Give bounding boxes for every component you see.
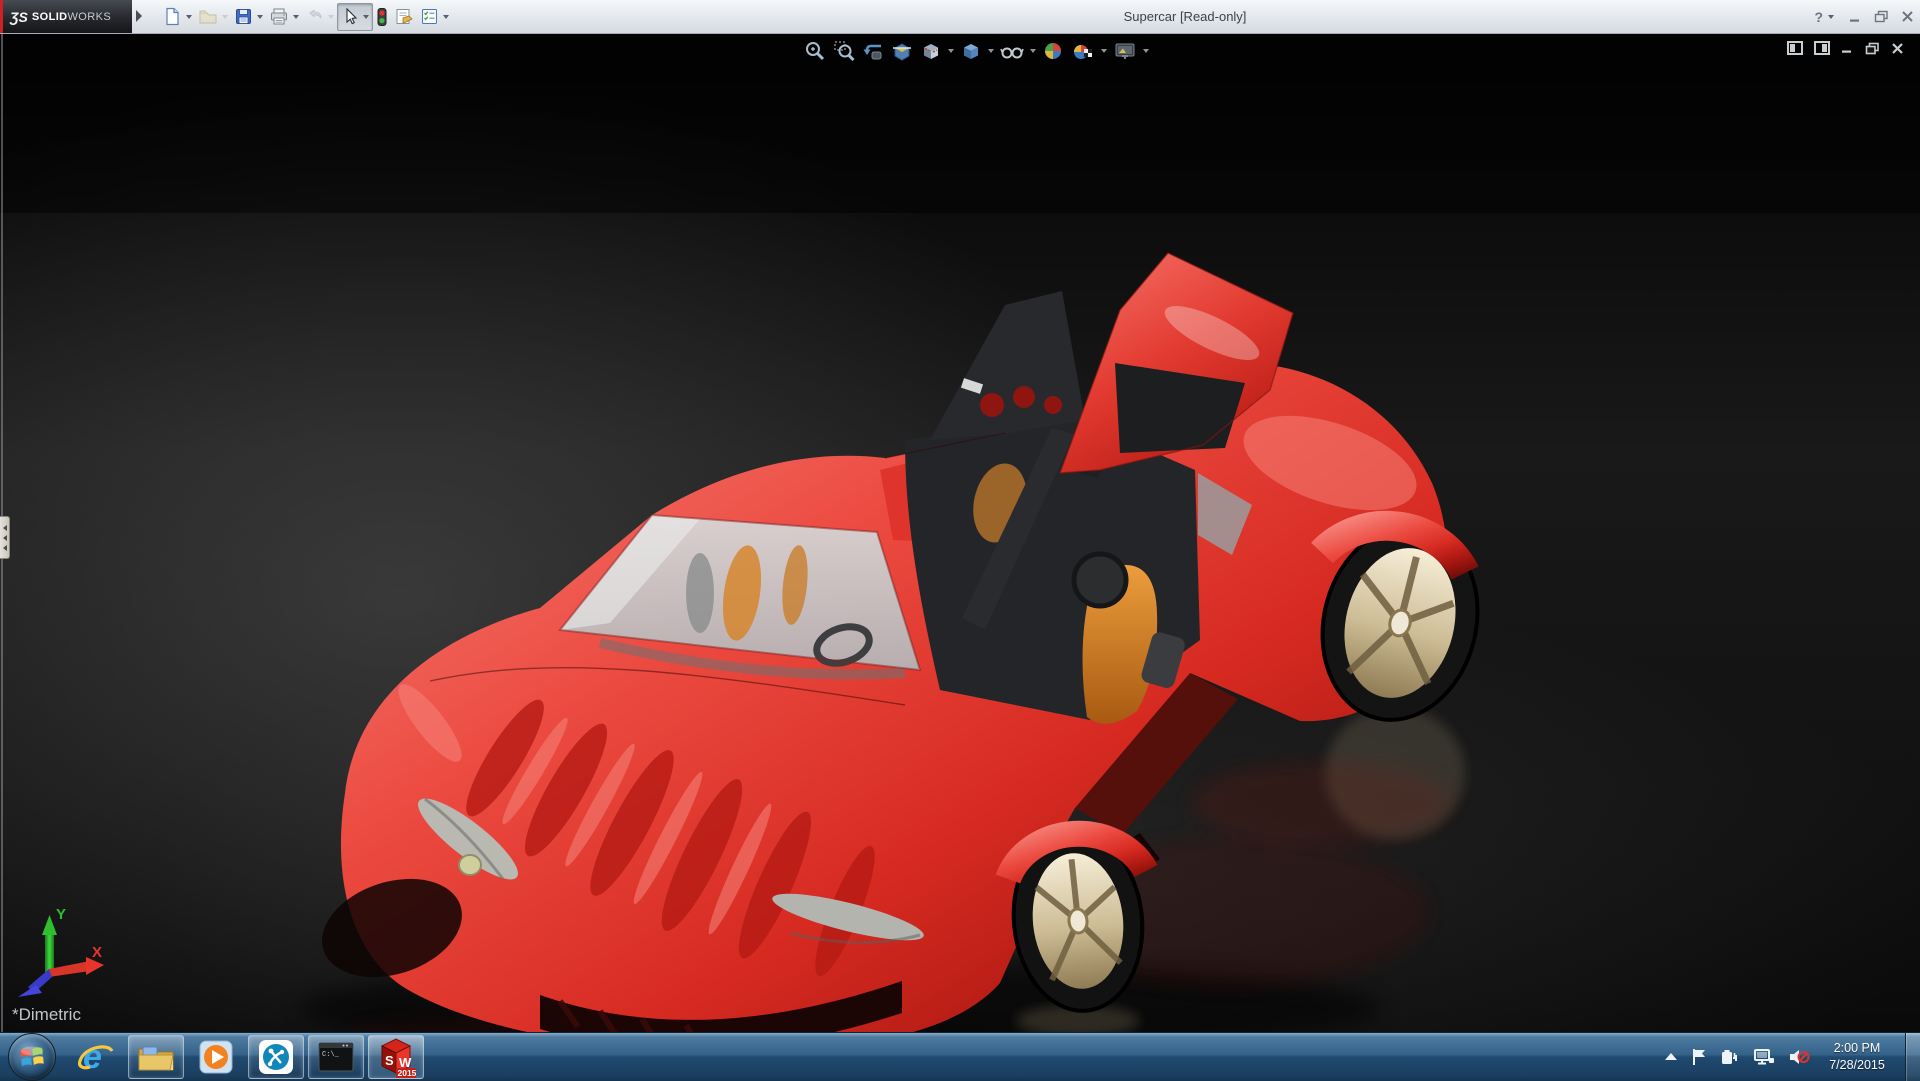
view-settings-dropdown[interactable] xyxy=(1143,49,1149,53)
taskbar-windows-explorer[interactable] xyxy=(128,1035,184,1079)
view-orientation-dropdown[interactable] xyxy=(948,49,954,53)
previous-view-button[interactable] xyxy=(860,38,886,64)
hidden-icons-chevron[interactable] xyxy=(1664,1052,1678,1062)
view-settings-icon xyxy=(1113,40,1137,62)
restore-button-icon[interactable] xyxy=(1874,10,1889,23)
taskbar-apps: e xyxy=(68,1033,424,1081)
taskbar-network-app[interactable] xyxy=(248,1035,304,1079)
power-icon[interactable] xyxy=(1720,1048,1740,1066)
reference-triad[interactable]: X Y xyxy=(4,905,124,1015)
sw-letter-s: S xyxy=(385,1053,394,1068)
standard-toolbar xyxy=(160,3,452,30)
options-list-icon xyxy=(420,7,439,26)
taskbar-clock[interactable]: 2:00 PM 7/28/2015 xyxy=(1816,1033,1898,1081)
action-center-flag-icon[interactable] xyxy=(1691,1048,1707,1066)
apply-scene-dropdown[interactable] xyxy=(1101,49,1107,53)
taskbar-solidworks[interactable]: S W 2015 xyxy=(368,1035,424,1079)
select-cursor-icon xyxy=(341,7,359,26)
section-view-icon xyxy=(891,40,913,62)
zoom-to-area-icon xyxy=(833,40,855,62)
solidworks-logo: ƷS SOLIDWORKS xyxy=(3,0,132,33)
network-icon[interactable] xyxy=(1753,1048,1775,1066)
file-properties-icon xyxy=(394,7,414,26)
collapse-feature-pane-icon[interactable] xyxy=(1787,41,1803,55)
ds-logo-icon: ƷS xyxy=(10,9,28,25)
brand-text: SOLIDWORKS xyxy=(32,11,111,23)
clock-date: 7/28/2015 xyxy=(1829,1057,1885,1074)
triad-y-label: Y xyxy=(56,906,66,923)
section-view-button[interactable] xyxy=(889,38,915,64)
display-style-button[interactable] xyxy=(958,38,984,64)
solidworks-cube-icon: S W 2015 xyxy=(376,1036,416,1078)
hide-show-items-button[interactable] xyxy=(998,38,1026,64)
eyeglasses-icon xyxy=(1000,40,1024,62)
clock-time: 2:00 PM xyxy=(1834,1040,1881,1057)
close-button-icon[interactable] xyxy=(1901,10,1914,23)
select-tool-button[interactable] xyxy=(337,3,373,31)
expand-display-pane-icon[interactable] xyxy=(1814,41,1830,55)
internet-explorer-icon: e xyxy=(76,1037,116,1077)
view-orientation-button[interactable] xyxy=(918,38,944,64)
apply-scene-button[interactable] xyxy=(1069,38,1097,64)
view-orientation-icon xyxy=(920,40,942,62)
display-style-dropdown[interactable] xyxy=(988,49,994,53)
minimize-document-icon[interactable] xyxy=(1841,42,1854,54)
headsup-view-toolbar xyxy=(802,38,1150,64)
feature-panel-collapse-tab[interactable] xyxy=(0,516,10,559)
triad-x-label: X xyxy=(92,944,102,961)
command-prompt-icon: C:\_ xyxy=(317,1041,355,1073)
window-title: Supercar [Read-only] xyxy=(1124,0,1247,33)
restore-document-icon[interactable] xyxy=(1865,42,1880,55)
minimize-button-icon[interactable] xyxy=(1848,11,1862,23)
appearance-ball-icon xyxy=(1042,40,1064,62)
display-style-icon xyxy=(960,40,982,62)
rebuild-button[interactable] xyxy=(373,4,391,30)
titlebar: ƷS SOLIDWORKS xyxy=(0,0,1920,34)
volume-muted-icon[interactable] xyxy=(1788,1048,1810,1066)
help-button[interactable]: ? xyxy=(1814,9,1834,25)
folder-icon xyxy=(137,1041,175,1073)
zoom-to-fit-icon xyxy=(804,40,826,62)
options-button[interactable] xyxy=(417,4,452,30)
save-button[interactable] xyxy=(231,4,266,30)
hide-show-items-dropdown[interactable] xyxy=(1030,49,1036,53)
print-button[interactable] xyxy=(266,4,302,30)
file-properties-button[interactable] xyxy=(391,4,417,30)
save-floppy-icon xyxy=(234,7,253,26)
new-document-button[interactable] xyxy=(160,4,195,30)
open-button[interactable] xyxy=(195,4,231,30)
taskbar: e xyxy=(0,1032,1920,1081)
network-app-icon xyxy=(257,1038,295,1076)
media-player-icon xyxy=(197,1038,235,1076)
taskbar-internet-explorer[interactable]: e xyxy=(68,1035,124,1079)
previous-view-icon xyxy=(862,40,884,62)
open-folder-icon xyxy=(198,7,218,26)
show-desktop-button[interactable] xyxy=(1905,1033,1920,1081)
zoom-to-area-button[interactable] xyxy=(831,38,857,64)
menu-expand-arrow[interactable] xyxy=(136,10,142,22)
close-document-icon[interactable] xyxy=(1891,42,1904,55)
document-window-controls xyxy=(1787,41,1904,55)
print-icon xyxy=(269,7,289,26)
new-document-icon xyxy=(163,7,182,26)
taskbar-command-prompt[interactable]: C:\_ xyxy=(308,1035,364,1079)
sw-year: 2015 xyxy=(398,1068,417,1078)
apply-scene-icon xyxy=(1071,40,1095,62)
edit-appearance-button[interactable] xyxy=(1040,38,1066,64)
traffic-light-icon xyxy=(376,7,388,27)
supercar-model xyxy=(0,33,1920,1032)
cmd-prompt-text: C:\_ xyxy=(322,1051,340,1059)
system-tray xyxy=(1664,1033,1810,1081)
view-orientation-label: *Dimetric xyxy=(12,1005,81,1025)
titlebar-controls: ? xyxy=(1814,0,1914,33)
taskbar-media-player[interactable] xyxy=(188,1035,244,1079)
svg-text:e: e xyxy=(83,1038,102,1076)
graphics-viewport[interactable]: X Y *Dimetric xyxy=(0,33,1920,1032)
view-settings-button[interactable] xyxy=(1111,38,1139,64)
zoom-to-fit-button[interactable] xyxy=(802,38,828,64)
windows-flag-icon xyxy=(19,1045,45,1069)
start-button[interactable] xyxy=(8,1033,56,1081)
undo-button[interactable] xyxy=(302,4,337,30)
undo-icon xyxy=(305,7,324,26)
